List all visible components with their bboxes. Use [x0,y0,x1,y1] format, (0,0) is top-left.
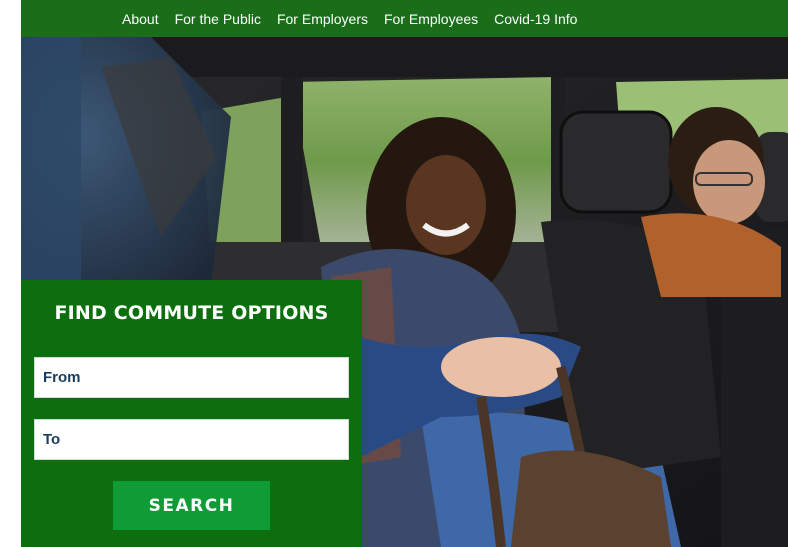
page-frame: About For the Public For Employers For E… [21,0,788,547]
to-input[interactable] [35,420,348,459]
commute-finder-panel: FIND COMMUTE OPTIONS SEARCH [21,280,362,547]
nav-link-about[interactable]: About [122,11,159,27]
from-input[interactable] [35,358,348,397]
search-button[interactable]: SEARCH [113,481,270,530]
to-field [34,419,349,460]
commute-finder-title: FIND COMMUTE OPTIONS [54,302,329,324]
nav-link-for-employers[interactable]: For Employers [277,11,368,27]
nav-link-covid-19-info[interactable]: Covid-19 Info [494,11,577,27]
from-field [34,357,349,398]
nav-link-for-employees[interactable]: For Employees [384,11,478,27]
top-navigation: About For the Public For Employers For E… [21,0,788,37]
nav-link-for-the-public[interactable]: For the Public [175,11,261,27]
